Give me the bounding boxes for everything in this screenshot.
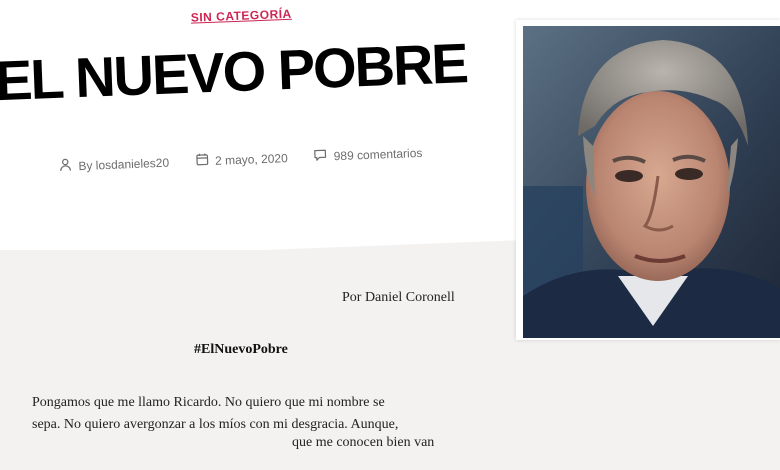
- post-date[interactable]: 2 mayo, 2020: [195, 149, 288, 170]
- portrait-image: [523, 26, 780, 338]
- calendar-icon: [195, 152, 210, 170]
- user-icon: [58, 157, 73, 175]
- document-paragraph: Pongamos que me llamo Ricardo. No quiero…: [32, 392, 472, 454]
- comment-icon: [313, 148, 328, 166]
- document-hashtag: #ElNuevoPobre: [194, 342, 288, 358]
- author-photo: [523, 26, 780, 338]
- document-byline: Por Daniel Coronell: [342, 290, 455, 306]
- date-link[interactable]: 2 mayo, 2020: [215, 151, 288, 168]
- comments-link[interactable]: 989 comentarios: [333, 145, 422, 162]
- author-link[interactable]: By losdanieles20: [78, 155, 169, 172]
- paragraph-line: Pongamos que me llamo Ricardo. No quiero…: [32, 392, 472, 414]
